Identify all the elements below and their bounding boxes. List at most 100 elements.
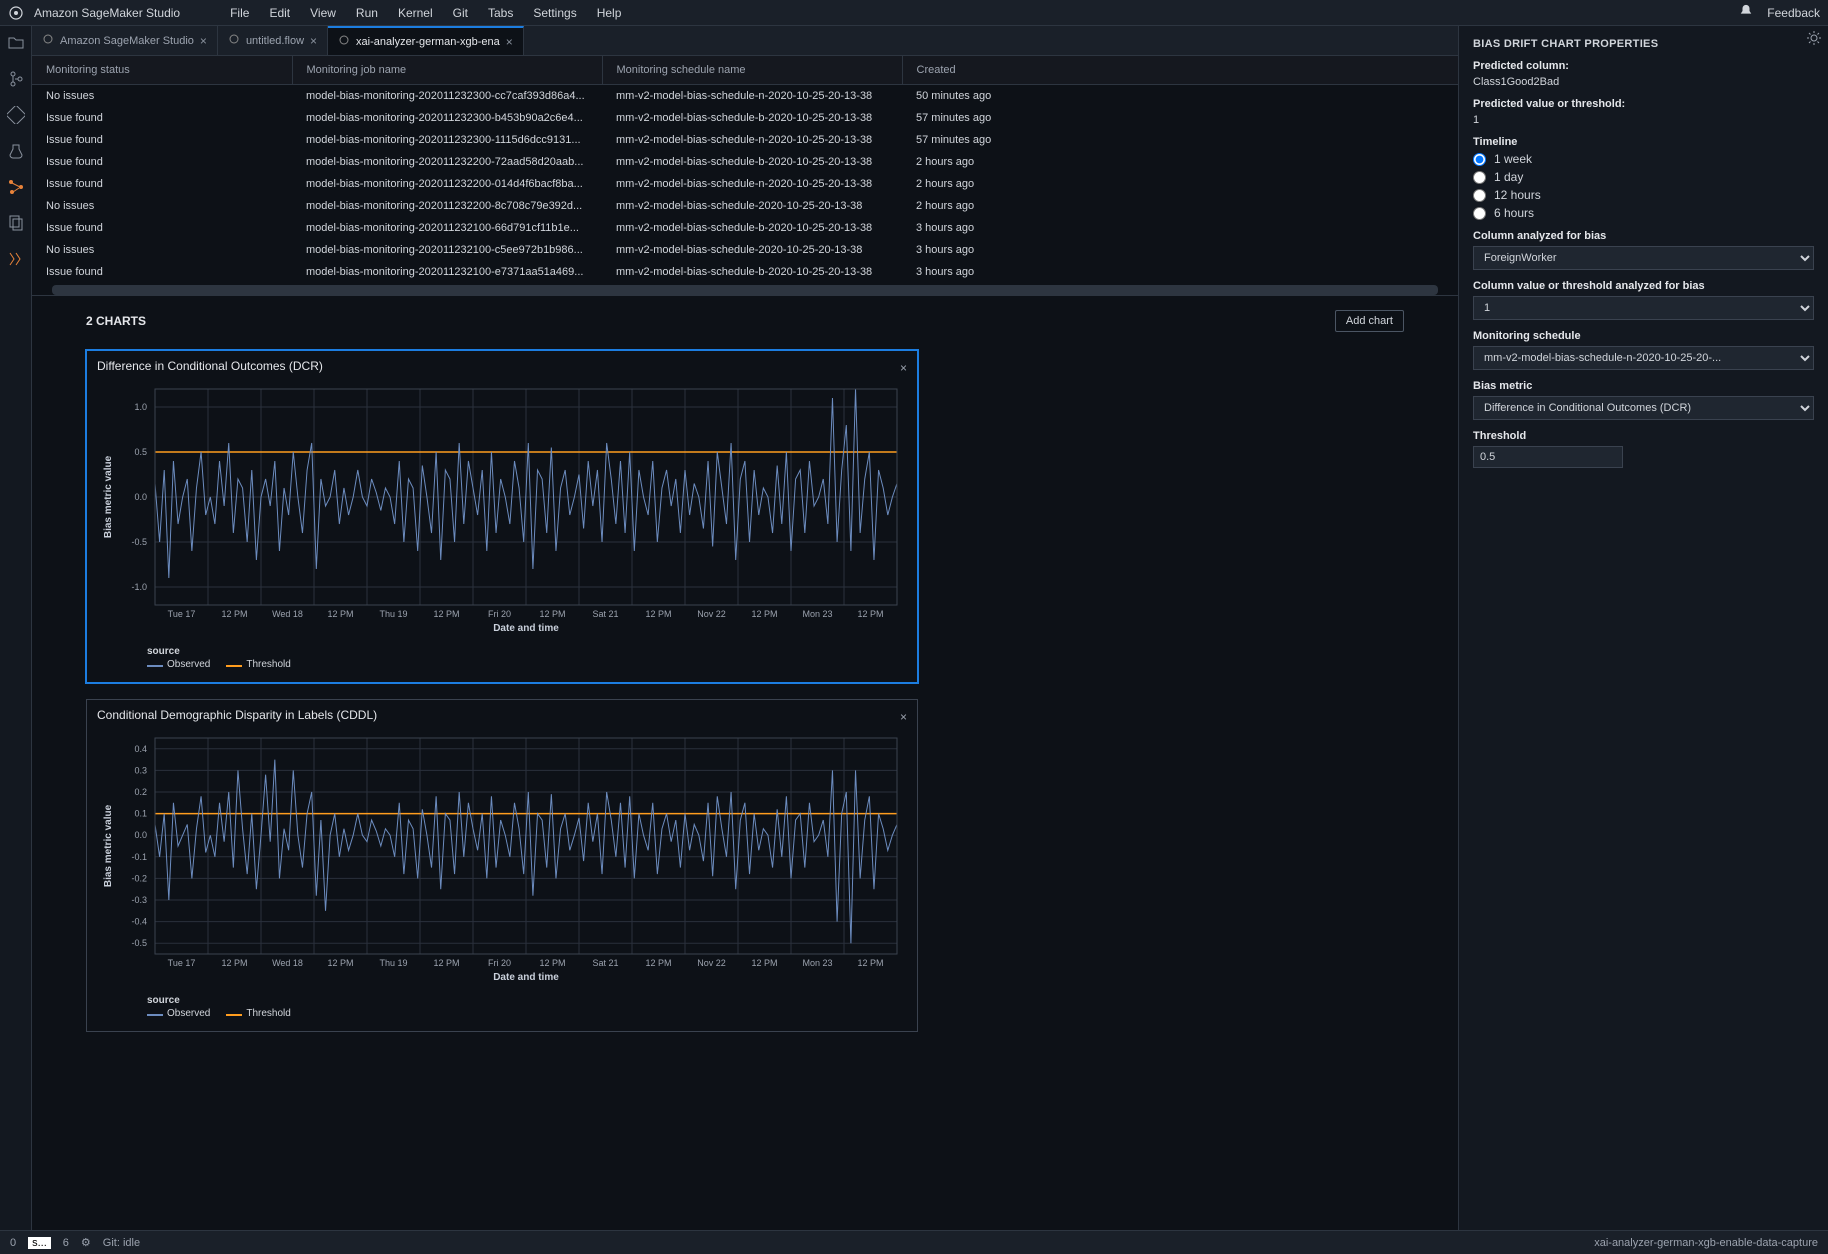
metric-select[interactable]: Difference in Conditional Outcomes (DCR): [1473, 396, 1814, 420]
svg-text:0.5: 0.5: [134, 447, 147, 457]
commands-icon[interactable]: [7, 106, 25, 124]
chart-card-1[interactable]: Conditional Demographic Disparity in Lab…: [86, 699, 918, 1032]
column-value-label: Column value or threshold analyzed for b…: [1473, 280, 1814, 292]
timeline-option[interactable]: 1 week: [1473, 152, 1814, 166]
status-settings-icon[interactable]: ⚙: [81, 1236, 91, 1249]
svg-text:Mon 23: Mon 23: [802, 609, 832, 619]
settings-gear-icon[interactable]: [1806, 30, 1822, 49]
tab-0[interactable]: Amazon SageMaker Studio×: [32, 26, 218, 55]
svg-text:12 PM: 12 PM: [539, 609, 565, 619]
svg-text:Tue 17: Tue 17: [168, 958, 196, 968]
svg-text:Nov 22: Nov 22: [697, 958, 726, 968]
menu-file[interactable]: File: [220, 6, 259, 20]
timeline-option[interactable]: 1 day: [1473, 170, 1814, 184]
svg-text:12 PM: 12 PM: [327, 958, 353, 968]
table-row[interactable]: Issue foundmodel-bias-monitoring-2020112…: [32, 107, 1458, 129]
svg-text:12 PM: 12 PM: [751, 958, 777, 968]
folder-icon[interactable]: [7, 34, 25, 52]
timeline-option[interactable]: 12 hours: [1473, 188, 1814, 202]
panel-title: BIAS DRIFT CHART PROPERTIES: [1473, 38, 1814, 50]
close-icon[interactable]: ×: [310, 34, 317, 48]
table-header[interactable]: Monitoring job name: [292, 56, 602, 85]
threshold-input[interactable]: [1473, 446, 1623, 468]
tab-1[interactable]: untitled.flow×: [218, 26, 328, 55]
endpoints-icon[interactable]: [7, 178, 25, 196]
created-cell: 2 hours ago: [902, 151, 1458, 173]
svg-text:12 PM: 12 PM: [221, 609, 247, 619]
tab-label: xai-analyzer-german-xgb-ena: [356, 36, 500, 48]
pipeline-icon[interactable]: [7, 250, 25, 268]
tab-2[interactable]: xai-analyzer-german-xgb-ena ×: [328, 26, 524, 55]
svg-text:Bias metric value: Bias metric value: [103, 455, 114, 538]
notification-icon[interactable]: [1739, 4, 1753, 21]
table-row[interactable]: No issuesmodel-bias-monitoring-202011232…: [32, 195, 1458, 217]
timeline-radio-label: 12 hours: [1494, 188, 1541, 202]
svg-text:12 PM: 12 PM: [857, 958, 883, 968]
schedule-label: Monitoring schedule: [1473, 330, 1814, 342]
timeline-radio[interactable]: [1473, 189, 1486, 202]
git-icon[interactable]: [7, 70, 25, 88]
status-cell: Issue found: [32, 173, 292, 195]
svg-text:Wed 18: Wed 18: [272, 609, 303, 619]
status-cell: Issue found: [32, 129, 292, 151]
table-header[interactable]: Monitoring schedule name: [602, 56, 902, 85]
table-header[interactable]: Created: [902, 56, 1458, 85]
svg-text:12 PM: 12 PM: [327, 609, 353, 619]
feedback-link[interactable]: Feedback: [1767, 6, 1820, 20]
menu-edit[interactable]: Edit: [259, 6, 300, 20]
timeline-option[interactable]: 6 hours: [1473, 206, 1814, 220]
svg-text:1.0: 1.0: [134, 402, 147, 412]
chart-title: Difference in Conditional Outcomes (DCR): [97, 359, 907, 373]
documents-icon[interactable]: [7, 214, 25, 232]
close-icon[interactable]: ×: [506, 35, 513, 49]
job-cell: model-bias-monitoring-202011232300-1115d…: [292, 129, 602, 151]
table-header[interactable]: Monitoring status: [32, 56, 292, 85]
table-row[interactable]: No issuesmodel-bias-monitoring-202011232…: [32, 85, 1458, 108]
column-bias-select[interactable]: ForeignWorker: [1473, 246, 1814, 270]
chart-plot: -0.5-0.4-0.3-0.2-0.10.00.10.20.30.4Tue 1…: [97, 728, 907, 988]
menu-view[interactable]: View: [300, 6, 346, 20]
created-cell: 57 minutes ago: [902, 107, 1458, 129]
menu-settings[interactable]: Settings: [523, 6, 586, 20]
aws-icon: [42, 33, 54, 48]
experiments-icon[interactable]: [7, 142, 25, 160]
close-icon[interactable]: ×: [900, 710, 907, 724]
close-icon[interactable]: ×: [200, 34, 207, 48]
menu-kernel[interactable]: Kernel: [388, 6, 443, 20]
table-scrollbar[interactable]: [52, 285, 1438, 295]
job-cell: model-bias-monitoring-202011232200-72aad…: [292, 151, 602, 173]
table-row[interactable]: Issue foundmodel-bias-monitoring-2020112…: [32, 151, 1458, 173]
timeline-radio[interactable]: [1473, 207, 1486, 220]
chart-card-0[interactable]: Difference in Conditional Outcomes (DCR)…: [86, 350, 918, 683]
add-chart-button[interactable]: Add chart: [1335, 310, 1404, 332]
close-icon[interactable]: ×: [900, 361, 907, 375]
table-row[interactable]: Issue foundmodel-bias-monitoring-2020112…: [32, 129, 1458, 151]
table-row[interactable]: Issue foundmodel-bias-monitoring-2020112…: [32, 173, 1458, 195]
job-cell: model-bias-monitoring-202011232200-014d4…: [292, 173, 602, 195]
svg-text:Thu 19: Thu 19: [379, 958, 407, 968]
status-file: xai-analyzer-german-xgb-enable-data-capt…: [1594, 1237, 1818, 1249]
predicted-value-value: 1: [1473, 114, 1814, 126]
table-row[interactable]: Issue foundmodel-bias-monitoring-2020112…: [32, 217, 1458, 239]
timeline-radio[interactable]: [1473, 153, 1486, 166]
menu-tabs[interactable]: Tabs: [478, 6, 523, 20]
schedule-select[interactable]: mm-v2-model-bias-schedule-n-2020-10-25-2…: [1473, 346, 1814, 370]
svg-text:-0.3: -0.3: [131, 895, 147, 905]
svg-text:Wed 18: Wed 18: [272, 958, 303, 968]
status-cell: No issues: [32, 239, 292, 261]
schedule-cell: mm-v2-model-bias-schedule-n-2020-10-25-2…: [602, 173, 902, 195]
menu-help[interactable]: Help: [587, 6, 632, 20]
predicted-value-label: Predicted value or threshold:: [1473, 98, 1814, 110]
timeline-radio[interactable]: [1473, 171, 1486, 184]
menu-git[interactable]: Git: [443, 6, 478, 20]
column-value-select[interactable]: 1: [1473, 296, 1814, 320]
svg-text:Date and time: Date and time: [493, 972, 559, 983]
menu-run[interactable]: Run: [346, 6, 388, 20]
svg-text:0.4: 0.4: [134, 744, 147, 754]
job-cell: model-bias-monitoring-202011232100-c5ee9…: [292, 239, 602, 261]
svg-text:0.0: 0.0: [134, 830, 147, 840]
svg-text:Fri 20: Fri 20: [488, 609, 511, 619]
table-row[interactable]: No issuesmodel-bias-monitoring-202011232…: [32, 239, 1458, 261]
svg-text:-0.5: -0.5: [131, 537, 147, 547]
table-row[interactable]: Issue foundmodel-bias-monitoring-2020112…: [32, 261, 1458, 283]
